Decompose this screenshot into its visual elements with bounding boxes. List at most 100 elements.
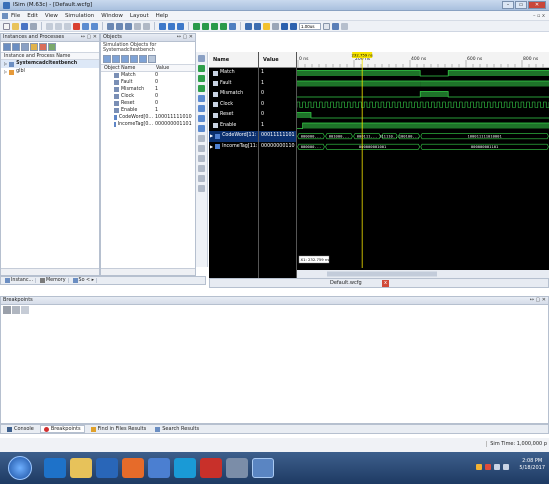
menu-edit[interactable]: Edit [27, 13, 38, 19]
wave-file-tab[interactable]: Default.wcfg [330, 280, 362, 286]
skype-taskbar-icon[interactable] [174, 458, 196, 478]
constant-filter-icon[interactable] [139, 55, 147, 63]
start-button[interactable] [8, 456, 32, 480]
input-filter-icon[interactable] [103, 55, 111, 63]
internal-filter-icon[interactable] [130, 55, 138, 63]
ie-taskbar-icon[interactable] [44, 458, 66, 478]
save-icon[interactable] [21, 22, 28, 30]
run-all-icon[interactable] [254, 22, 261, 30]
zoom-cursor-icon[interactable] [220, 22, 227, 30]
open-folder-icon[interactable] [12, 22, 19, 30]
objects-panel-controls[interactable]: ↔ ▢ ✕ [177, 34, 193, 41]
zoom-fit-icon[interactable] [211, 22, 218, 30]
delete-all-breakpoints-icon[interactable] [12, 306, 20, 314]
object-name-column[interactable]: Object Name [101, 65, 153, 71]
menu-layout[interactable]: Layout [130, 13, 149, 19]
stop-icon[interactable] [341, 22, 348, 30]
explorer-taskbar-icon[interactable] [70, 458, 92, 478]
expand-icon[interactable] [3, 43, 11, 51]
zoom-out-icon[interactable] [202, 22, 209, 30]
filter-icon[interactable] [21, 43, 29, 51]
delete-breakpoint-icon[interactable] [3, 306, 11, 314]
previous-transition-icon[interactable] [198, 115, 205, 122]
menu-window[interactable]: Window [101, 13, 123, 19]
menu-file[interactable]: File [11, 13, 20, 19]
expand-arrow-icon[interactable]: ▶ [210, 142, 213, 153]
minimize-button[interactable]: – [502, 1, 514, 9]
signal-name-row[interactable]: Match [209, 68, 258, 79]
object-row[interactable]: Clock 0 [101, 93, 195, 100]
step-icon[interactable] [272, 22, 279, 30]
expand-arrow-icon[interactable]: ▷ [4, 68, 7, 76]
object-row[interactable]: Reset 0 [101, 100, 195, 107]
find-icon[interactable] [107, 22, 114, 30]
zoom-out-icon[interactable] [198, 75, 205, 82]
swap-cursors-icon[interactable] [198, 165, 205, 172]
process-icon[interactable] [39, 43, 47, 51]
value-column-header[interactable]: Value [259, 52, 296, 68]
time-unit-dropdown-icon[interactable] [323, 22, 330, 30]
signal-name-row[interactable]: Enable [209, 121, 258, 132]
relaunch-icon[interactable] [281, 22, 288, 30]
window-layout-icon[interactable] [159, 22, 166, 30]
run-time-input[interactable] [299, 22, 321, 30]
next-marker-icon[interactable] [198, 155, 205, 162]
find-next-icon[interactable] [116, 22, 123, 30]
isim-taskbar-icon[interactable] [226, 458, 248, 478]
play-icon[interactable] [290, 22, 297, 30]
signal-name-row[interactable]: Fault [209, 79, 258, 90]
zoom-in-icon[interactable] [193, 22, 200, 30]
expand-arrow-icon[interactable]: ▷ [4, 60, 7, 68]
cut-icon[interactable] [46, 22, 53, 30]
waveform-canvas[interactable]: 0 ns 200 ns 400 ns 600 ns 800 ns000000... 001… [297, 52, 549, 278]
window-tile-icon[interactable] [168, 22, 175, 30]
bookmark-icon[interactable] [125, 22, 132, 30]
close-tab-icon[interactable]: x [382, 280, 389, 287]
object-row[interactable]: CodeWord[0... 100011111010 [101, 114, 195, 121]
menu-help[interactable]: Help [156, 13, 169, 19]
active-window-taskbar-icon[interactable] [252, 458, 274, 478]
goto-source-icon[interactable] [21, 306, 29, 314]
zoom-fit-icon[interactable] [198, 85, 205, 92]
folder-icon[interactable] [30, 43, 38, 51]
tab-breakpoints[interactable]: Breakpoints [39, 425, 85, 433]
tray-app-icon[interactable] [476, 464, 482, 470]
object-row[interactable]: Fault 0 [101, 79, 195, 86]
indent-icon[interactable] [134, 22, 141, 30]
output-filter-icon[interactable] [112, 55, 120, 63]
add-marker-icon[interactable] [198, 135, 205, 142]
new-file-icon[interactable] [3, 22, 10, 30]
tab-sources[interactable]: So < ▸ [71, 278, 98, 283]
signal-name-row[interactable]: ▶ CodeWord[11: [209, 131, 258, 142]
breakpoints-panel-controls[interactable]: ↔ ▢ ✕ [530, 297, 546, 304]
menu-view[interactable]: View [45, 13, 58, 19]
signal-name-row[interactable]: ▶ IncomeTag[11: [209, 142, 258, 153]
tab-instances[interactable]: Instanc... [3, 278, 37, 283]
run-for-icon[interactable] [263, 22, 270, 30]
instances-panel-controls[interactable]: ↔ ▢ ✕ [81, 34, 97, 41]
object-value-column[interactable]: Value [153, 65, 169, 71]
sort-icon[interactable] [48, 43, 56, 51]
object-row[interactable]: Enable 1 [101, 107, 195, 114]
inout-filter-icon[interactable] [121, 55, 129, 63]
waveform-window[interactable]: Name Match Fault Mismatch Clock Reset Enable ▶… [209, 52, 549, 278]
go-to-start-icon[interactable] [198, 95, 205, 102]
next-transition-icon[interactable] [198, 125, 205, 132]
break-icon[interactable] [332, 22, 339, 30]
tab-find-in-files[interactable]: Find in Files Results [88, 426, 150, 432]
clock[interactable]: 2:08 PM 5/18/2017 [519, 458, 545, 472]
delete-icon[interactable] [73, 22, 80, 30]
object-row[interactable]: Mismatch 1 [101, 86, 195, 93]
acrobat-taskbar-icon[interactable] [200, 458, 222, 478]
floating-ruler-icon[interactable] [198, 185, 205, 192]
tab-console[interactable]: Console [4, 426, 37, 432]
copy-icon[interactable] [55, 22, 62, 30]
document-controls[interactable]: – ▫ x [533, 13, 545, 19]
marker-icon[interactable] [229, 22, 236, 30]
snap-to-transition-icon[interactable] [198, 175, 205, 182]
signal-name-row[interactable]: Clock [209, 100, 258, 111]
redo-icon[interactable] [91, 22, 98, 30]
tray-flag-icon[interactable] [485, 464, 491, 470]
volume-icon[interactable] [503, 464, 509, 470]
tree-item-glbl[interactable]: ▷ glbl [1, 68, 99, 76]
